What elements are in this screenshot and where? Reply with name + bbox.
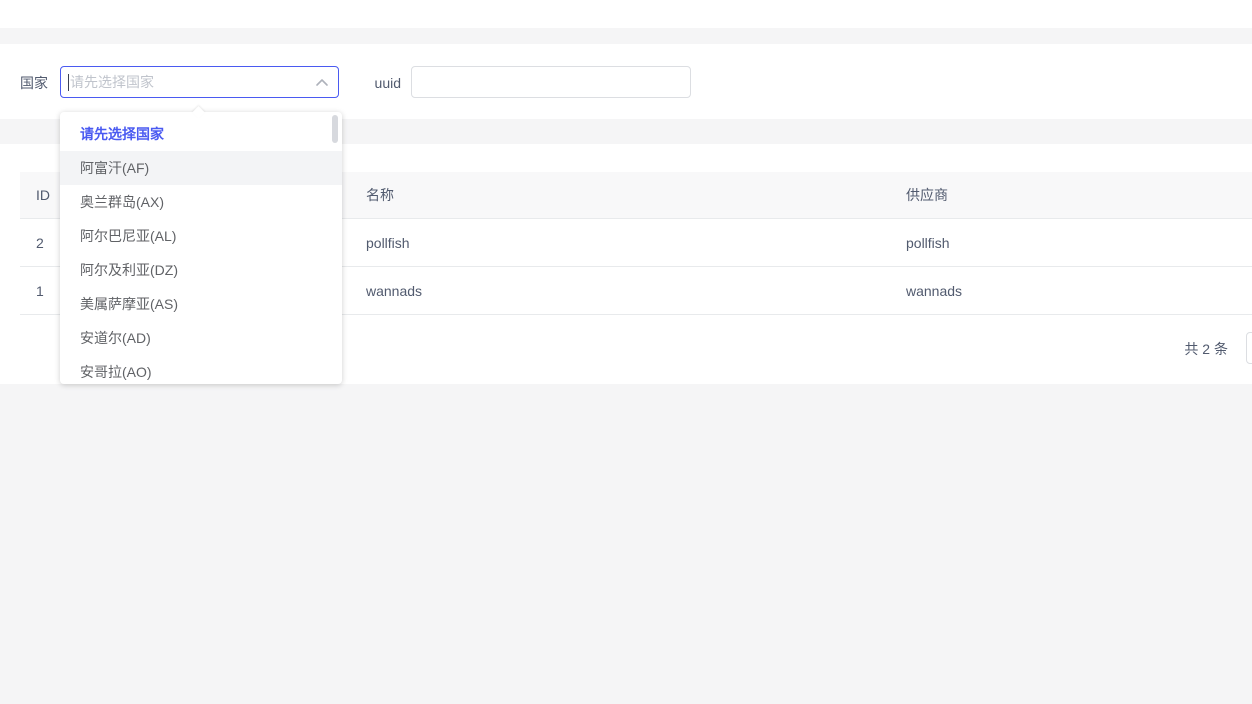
country-select-placeholder: 请先选择国家 (70, 74, 154, 91)
dropdown-scrollbar-thumb[interactable] (332, 115, 338, 143)
top-bar (0, 0, 1252, 28)
dropdown-option[interactable]: 阿尔巴尼亚(AL) (60, 219, 342, 253)
dropdown-option[interactable]: 美属萨摩亚(AS) (60, 287, 342, 321)
dropdown-option[interactable]: 阿尔及利亚(DZ) (60, 253, 342, 287)
cell-supplier: wannads (906, 267, 1236, 315)
text-cursor (68, 74, 69, 91)
dropdown-option[interactable]: 阿富汗(AF) (60, 151, 342, 185)
page-size-select-cutoff[interactable] (1246, 332, 1252, 364)
uuid-label: uuid (370, 75, 401, 91)
country-dropdown: 请先选择国家 阿富汗(AF) 奥兰群岛(AX) 阿尔巴尼亚(AL) 阿尔及利亚(… (60, 112, 342, 384)
dropdown-option[interactable]: 安道尔(AD) (60, 321, 342, 355)
pagination-total: 共 2 条 (1184, 341, 1228, 357)
country-select[interactable]: 请先选择国家 (60, 66, 339, 98)
uuid-input[interactable] (411, 66, 691, 98)
chevron-up-icon (315, 77, 329, 89)
cell-name: wannads (366, 267, 886, 315)
dropdown-option[interactable]: 请先选择国家 (60, 117, 342, 151)
column-header-name: 名称 (366, 172, 886, 219)
country-label: 国家 (20, 75, 50, 91)
column-header-supplier: 供应商 (906, 172, 1236, 219)
dropdown-option[interactable]: 奥兰群岛(AX) (60, 185, 342, 219)
dropdown-option[interactable]: 安哥拉(AO) (60, 355, 342, 384)
cell-name: pollfish (366, 219, 886, 267)
cell-supplier: pollfish (906, 219, 1236, 267)
